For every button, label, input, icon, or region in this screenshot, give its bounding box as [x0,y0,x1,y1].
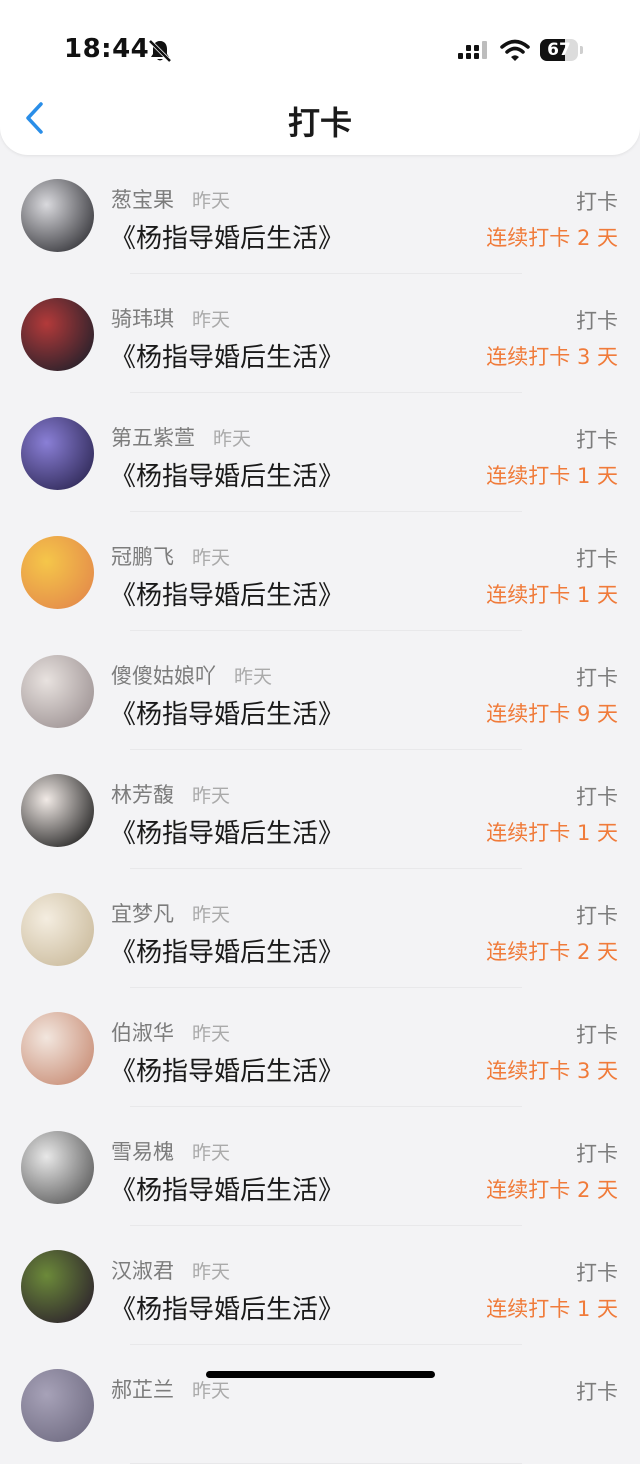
avatar[interactable] [21,298,94,371]
battery-level: 67 [547,40,571,60]
book-title[interactable]: 《杨指导婚后生活》 [110,932,344,969]
book-title[interactable]: 《杨指导婚后生活》 [110,218,344,255]
avatar[interactable] [21,536,94,609]
avatar[interactable] [21,655,94,728]
checkin-action-label: 打卡 [576,190,618,214]
streak-label: 连续打卡 1 天 [486,821,618,845]
checkin-action-label: 打卡 [576,1380,618,1404]
list-item[interactable]: 第五紫萱 昨天《杨指导婚后生活》 打卡连续打卡 1 天 [0,393,640,512]
list-item[interactable]: 郝芷兰 昨天 打卡 [0,1345,640,1464]
user-name-text: 宜梦凡 [111,902,174,926]
list-item[interactable]: 骑玮琪 昨天《杨指导婚后生活》 打卡连续打卡 3 天 [0,274,640,393]
list-item[interactable]: 葱宝果 昨天《杨指导婚后生活》 打卡连续打卡 2 天 [0,155,640,274]
avatar[interactable] [21,774,94,847]
checkin-time: 昨天 [213,428,252,450]
user-name-text: 傻傻姑娘吖 [111,664,216,688]
user-name[interactable]: 骑玮琪 昨天 [111,303,230,333]
checkin-action-label: 打卡 [576,309,618,333]
list-item[interactable]: 伯淑华 昨天《杨指导婚后生活》 打卡连续打卡 3 天 [0,988,640,1107]
user-name[interactable]: 葱宝果 昨天 [111,184,230,214]
user-name[interactable]: 冠鹏飞 昨天 [111,541,230,571]
streak-label: 连续打卡 2 天 [486,226,618,250]
nav-header: 18:44 67 打卡 [0,0,640,155]
battery-indicator: 67 [540,39,578,61]
checkin-action-label: 打卡 [576,547,618,571]
avatar[interactable] [21,1131,94,1204]
user-name[interactable]: 汉淑君 昨天 [111,1255,230,1285]
avatar[interactable] [21,893,94,966]
streak-label: 连续打卡 2 天 [486,940,618,964]
user-name-text: 葱宝果 [111,188,174,212]
book-title[interactable]: 《杨指导婚后生活》 [110,1051,344,1088]
avatar[interactable] [21,417,94,490]
streak-label: 连续打卡 3 天 [486,345,618,369]
list-item[interactable]: 雪易槐 昨天《杨指导婚后生活》 打卡连续打卡 2 天 [0,1107,640,1226]
book-title[interactable]: 《杨指导婚后生活》 [110,1289,344,1326]
checkin-time: 昨天 [192,190,231,212]
list-item[interactable]: 冠鹏飞 昨天《杨指导婚后生活》 打卡连续打卡 1 天 [0,512,640,631]
list-item[interactable]: 宜梦凡 昨天《杨指导婚后生活》 打卡连续打卡 2 天 [0,869,640,988]
checkin-action-label: 打卡 [576,785,618,809]
checkin-action-label: 打卡 [576,1142,618,1166]
bell-off-icon [148,39,172,63]
page-title: 打卡 [287,104,352,142]
user-name-text: 汉淑君 [111,1259,174,1283]
home-indicator[interactable] [206,1371,435,1378]
user-name[interactable]: 伯淑华 昨天 [111,1017,230,1047]
checkin-time: 昨天 [192,1261,231,1283]
checkin-action-label: 打卡 [576,666,618,690]
checkin-time: 昨天 [234,666,273,688]
avatar[interactable] [21,1369,94,1442]
streak-label: 连续打卡 1 天 [486,583,618,607]
user-name-text: 林芳馥 [111,783,174,807]
user-name[interactable]: 郝芷兰 昨天 [111,1374,230,1404]
checkin-action-label: 打卡 [576,904,618,928]
list-item[interactable]: 汉淑君 昨天《杨指导婚后生活》 打卡连续打卡 1 天 [0,1226,640,1345]
list-item[interactable]: 林芳馥 昨天《杨指导婚后生活》 打卡连续打卡 1 天 [0,750,640,869]
user-name-text: 雪易槐 [111,1140,174,1164]
book-title[interactable]: 《杨指导婚后生活》 [110,337,344,374]
cellular-signal-icon [458,41,487,59]
avatar[interactable] [21,179,94,252]
user-name-text: 骑玮琪 [111,307,174,331]
checkin-time: 昨天 [192,309,231,331]
checkin-time: 昨天 [192,547,231,569]
checkin-time: 昨天 [192,785,231,807]
book-title[interactable]: 《杨指导婚后生活》 [110,456,344,493]
user-name[interactable]: 雪易槐 昨天 [111,1136,230,1166]
book-title[interactable]: 《杨指导婚后生活》 [110,694,344,731]
checkin-time: 昨天 [192,1023,231,1045]
avatar[interactable] [21,1250,94,1323]
book-title[interactable]: 《杨指导婚后生活》 [110,575,344,612]
user-name[interactable]: 第五紫萱 昨天 [111,422,251,452]
user-name[interactable]: 傻傻姑娘吖 昨天 [111,660,272,690]
streak-label: 连续打卡 1 天 [486,1297,618,1321]
user-name[interactable]: 宜梦凡 昨天 [111,898,230,928]
user-name-text: 冠鹏飞 [111,545,174,569]
checkin-list: 葱宝果 昨天 《杨指导婚后生活》 打卡 连续打卡 2 天骑玮琪 昨天 《杨指导婚后生活》 打卡… [0,155,640,1464]
battery-cap [580,46,583,54]
checkin-action-label: 打卡 [576,1261,618,1285]
user-name-text: 伯淑华 [111,1021,174,1045]
user-name-text: 郝芷兰 [111,1378,174,1402]
checkin-time: 昨天 [192,1142,231,1164]
book-title[interactable]: 《杨指导婚后生活》 [110,1170,344,1207]
status-time: 18:44 [64,34,150,64]
avatar[interactable] [21,1012,94,1085]
user-name-text: 第五紫萱 [111,426,195,450]
book-title[interactable]: 《杨指导婚后生活》 [110,813,344,850]
checkin-time: 昨天 [192,1380,231,1402]
streak-label: 连续打卡 9 天 [486,702,618,726]
checkin-action-label: 打卡 [576,1023,618,1047]
streak-label: 连续打卡 3 天 [486,1059,618,1083]
checkin-time: 昨天 [192,904,231,926]
wifi-icon [500,39,530,61]
streak-label: 连续打卡 1 天 [486,464,618,488]
user-name[interactable]: 林芳馥 昨天 [111,779,230,809]
list-item[interactable]: 傻傻姑娘吖 昨天《杨指导婚后生活》 打卡连续打卡 9 天 [0,631,640,750]
checkin-action-label: 打卡 [576,428,618,452]
streak-label: 连续打卡 2 天 [486,1178,618,1202]
